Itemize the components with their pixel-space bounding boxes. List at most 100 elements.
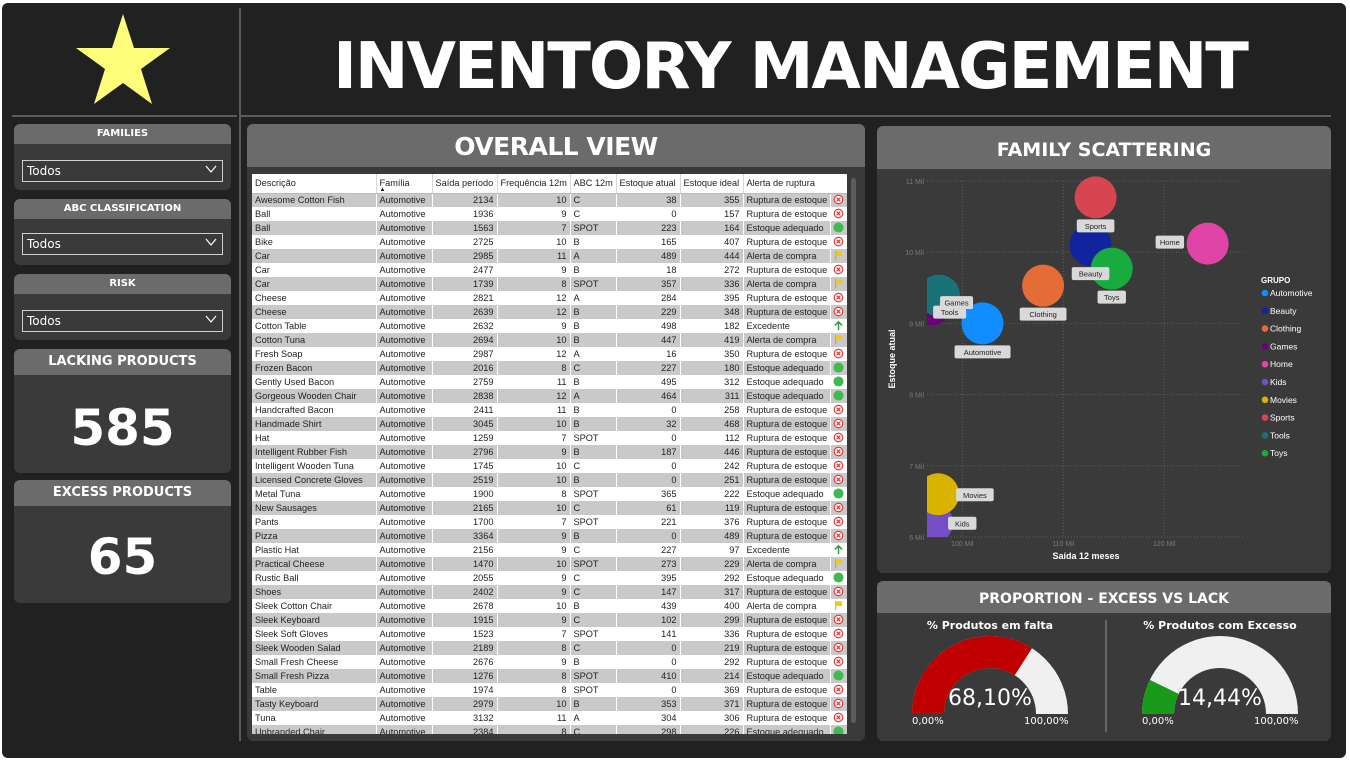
table-row[interactable]: Unbranded Chair Automotive 2384 8 C 298 226 Est… <box>252 725 847 734</box>
column-header[interactable]: Estoque atual <box>616 174 681 194</box>
table-cell: 2016 <box>432 361 498 375</box>
column-header[interactable]: Família ▲ <box>376 174 433 194</box>
table-row[interactable]: Tuna Automotive 3132 11 A 304 306 Ruptura de es… <box>252 711 847 725</box>
error-icon <box>830 515 847 529</box>
legend-item[interactable]: Sports <box>1270 413 1295 423</box>
table-cell: 2678 <box>432 599 498 613</box>
table-row[interactable]: Sleek Soft Gloves Automotive 1523 7 SPOT 141 3… <box>252 627 847 641</box>
table-row[interactable]: Bike Automotive 2725 10 B 165 407 Ruptura de es… <box>252 235 847 249</box>
table-scrollbar[interactable] <box>850 174 858 734</box>
column-header[interactable]: Saída período <box>432 174 498 194</box>
table-row[interactable]: Cheese Automotive 2639 12 B 229 348 Ruptura de … <box>252 305 847 319</box>
table-row[interactable]: Pants Automotive 1700 7 SPOT 221 376 Ruptura de… <box>252 515 847 529</box>
table-cell: C <box>570 501 617 515</box>
table-cell: 317 <box>680 585 744 599</box>
error-icon <box>830 641 847 655</box>
table-row[interactable]: Intelligent Wooden Tuna Automotive 1745 10 C… <box>252 459 847 473</box>
legend-item[interactable]: Games <box>1270 341 1297 351</box>
error-icon <box>830 235 847 249</box>
table-row[interactable]: Handcrafted Bacon Automotive 2411 11 B 0 258 Ru… <box>252 403 847 417</box>
table-row[interactable]: Car Automotive 2985 11 A 489 444 Alerta de comp… <box>252 249 847 263</box>
slicer-title: FAMILIES <box>14 124 231 144</box>
bubble-sports[interactable] <box>1074 176 1117 219</box>
table-cell: 11 <box>497 375 571 389</box>
table-row[interactable]: Tasty Keyboard Automotive 2979 10 B 353 371 Rup… <box>252 697 847 711</box>
table-row[interactable]: Intelligent Rubber Fish Automotive 2796 9 B 1… <box>252 445 847 459</box>
table-cell: Rustic Ball <box>252 571 377 585</box>
table-cell: 102 <box>616 613 681 627</box>
table-row[interactable]: Cotton Tuna Automotive 2694 10 B 447 419 Alerta… <box>252 333 847 347</box>
table-cell: 376 <box>680 515 744 529</box>
table-row[interactable]: Cheese Automotive 2821 12 A 284 395 Ruptura de … <box>252 291 847 305</box>
table-row[interactable]: Practical Cheese Automotive 1470 10 SPOT 273 2… <box>252 557 847 571</box>
abc-dropdown[interactable]: Todos <box>22 233 223 255</box>
table-cell: Automotive <box>376 557 433 571</box>
table-cell: 489 <box>680 529 744 543</box>
legend-item[interactable]: Clothing <box>1270 324 1301 334</box>
risk-dropdown[interactable]: Todos <box>22 310 223 332</box>
legend-item[interactable]: Automotive <box>1270 288 1313 298</box>
table-cell: 187 <box>616 445 681 459</box>
table-row[interactable]: Cotton Table Automotive 2632 9 B 498 182 Excede… <box>252 319 847 333</box>
error-icon <box>830 473 847 487</box>
table-row[interactable]: Pizza Automotive 3364 9 B 0 489 Ruptura de esto… <box>252 529 847 543</box>
error-icon <box>830 459 847 473</box>
table-row[interactable]: Ball Automotive 1563 7 SPOT 223 164 Estoque ade… <box>252 221 847 235</box>
table-row[interactable]: Metal Tuna Automotive 1900 8 SPOT 365 222 Estoq… <box>252 487 847 501</box>
table-cell: B <box>570 235 617 249</box>
table-row[interactable]: Rustic Ball Automotive 2055 9 C 395 292 Estoque… <box>252 571 847 585</box>
bubble-clothing[interactable] <box>1022 264 1065 307</box>
table-cell: Estoque adequado <box>743 221 831 235</box>
legend-item[interactable]: Movies <box>1270 395 1297 405</box>
table-cell: 8 <box>497 669 571 683</box>
legend-item[interactable]: Tools <box>1270 430 1290 440</box>
table-cell: 355 <box>680 193 744 207</box>
table-row[interactable]: Sleek Wooden Salad Automotive 2189 8 C 0 219 Ru… <box>252 641 847 655</box>
legend-item[interactable]: Home <box>1270 359 1293 369</box>
table-row[interactable]: Hat Automotive 1259 7 SPOT 0 112 Ruptura de est… <box>252 431 847 445</box>
table-row[interactable]: Gorgeous Wooden Chair Automotive 2838 12 A 46… <box>252 389 847 403</box>
table-row[interactable]: Sleek Cotton Chair Automotive 2678 10 B 439 40… <box>252 599 847 613</box>
table-row[interactable]: Fresh Soap Automotive 2987 12 A 16 350 Ruptura … <box>252 347 847 361</box>
table-row[interactable]: Table Automotive 1974 8 SPOT 0 369 Ruptura de e… <box>252 683 847 697</box>
table-row[interactable]: Gently Used Bacon Automotive 2759 11 B 495 312… <box>252 375 847 389</box>
table-row[interactable]: Licensed Concrete Gloves Automotive 2519 10… <box>252 473 847 487</box>
table-cell: Cheese <box>252 305 377 319</box>
families-dropdown[interactable]: Todos <box>22 160 223 182</box>
table-cell: C <box>570 613 617 627</box>
table-row[interactable]: Awesome Cotton Fish Automotive 2134 10 C 38 35… <box>252 193 847 207</box>
bubble-movies[interactable] <box>917 473 960 516</box>
scrollbar-thumb[interactable] <box>851 178 856 723</box>
column-header[interactable]: ABC 12m <box>570 174 617 194</box>
table-row[interactable]: Small Fresh Cheese Automotive 2676 9 B 0 292 Ru… <box>252 655 847 669</box>
column-header[interactable]: Frequência 12m <box>497 174 571 194</box>
table-row[interactable]: Car Automotive 1739 8 SPOT 357 336 Alerta de co… <box>252 277 847 291</box>
table-cell: Practical Cheese <box>252 557 377 571</box>
gauge-max: 100,00% <box>1254 716 1299 727</box>
table-row[interactable]: Shoes Automotive 2402 9 C 147 317 Ruptura de es… <box>252 585 847 599</box>
table-cell: Handcrafted Bacon <box>252 403 377 417</box>
table-row[interactable]: Frozen Bacon Automotive 2016 8 C 227 180 Estoqu… <box>252 361 847 375</box>
table-row[interactable]: New Sausages Automotive 2165 10 C 61 119 Ruptur… <box>252 501 847 515</box>
table-cell: C <box>570 193 617 207</box>
table-row[interactable]: Handmade Shirt Automotive 3045 10 B 32 468 Rupt… <box>252 417 847 431</box>
column-header[interactable]: Alerta de ruptura <box>743 174 847 194</box>
table-cell: 2838 <box>432 389 498 403</box>
table-row[interactable]: Car Automotive 2477 9 B 18 272 Ruptura de estoq… <box>252 263 847 277</box>
table-cell: 371 <box>680 697 744 711</box>
column-header[interactable]: Descrição <box>252 174 377 194</box>
table-row[interactable]: Ball Automotive 1936 9 C 0 157 Ruptura de estoq… <box>252 207 847 221</box>
table-cell: SPOT <box>570 515 617 529</box>
table-row[interactable]: Sleek Keyboard Automotive 1915 9 C 102 299 Rupt… <box>252 613 847 627</box>
table-row[interactable]: Small Fresh Pizza Automotive 1276 8 SPOT 410 2… <box>252 669 847 683</box>
legend-item[interactable]: Toys <box>1270 448 1287 458</box>
table-cell: Ruptura de estoque <box>743 263 831 277</box>
table-cell: 336 <box>680 627 744 641</box>
legend-item[interactable]: Beauty <box>1270 306 1297 316</box>
table-row[interactable]: Plastic Hat Automotive 2156 9 C 227 97 Excedent… <box>252 543 847 557</box>
table-cell: Ruptura de estoque <box>743 193 831 207</box>
bubble-home[interactable] <box>1186 222 1229 265</box>
table-cell: 1563 <box>432 221 498 235</box>
column-header[interactable]: Estoque ideal <box>680 174 744 194</box>
legend-item[interactable]: Kids <box>1270 377 1287 387</box>
